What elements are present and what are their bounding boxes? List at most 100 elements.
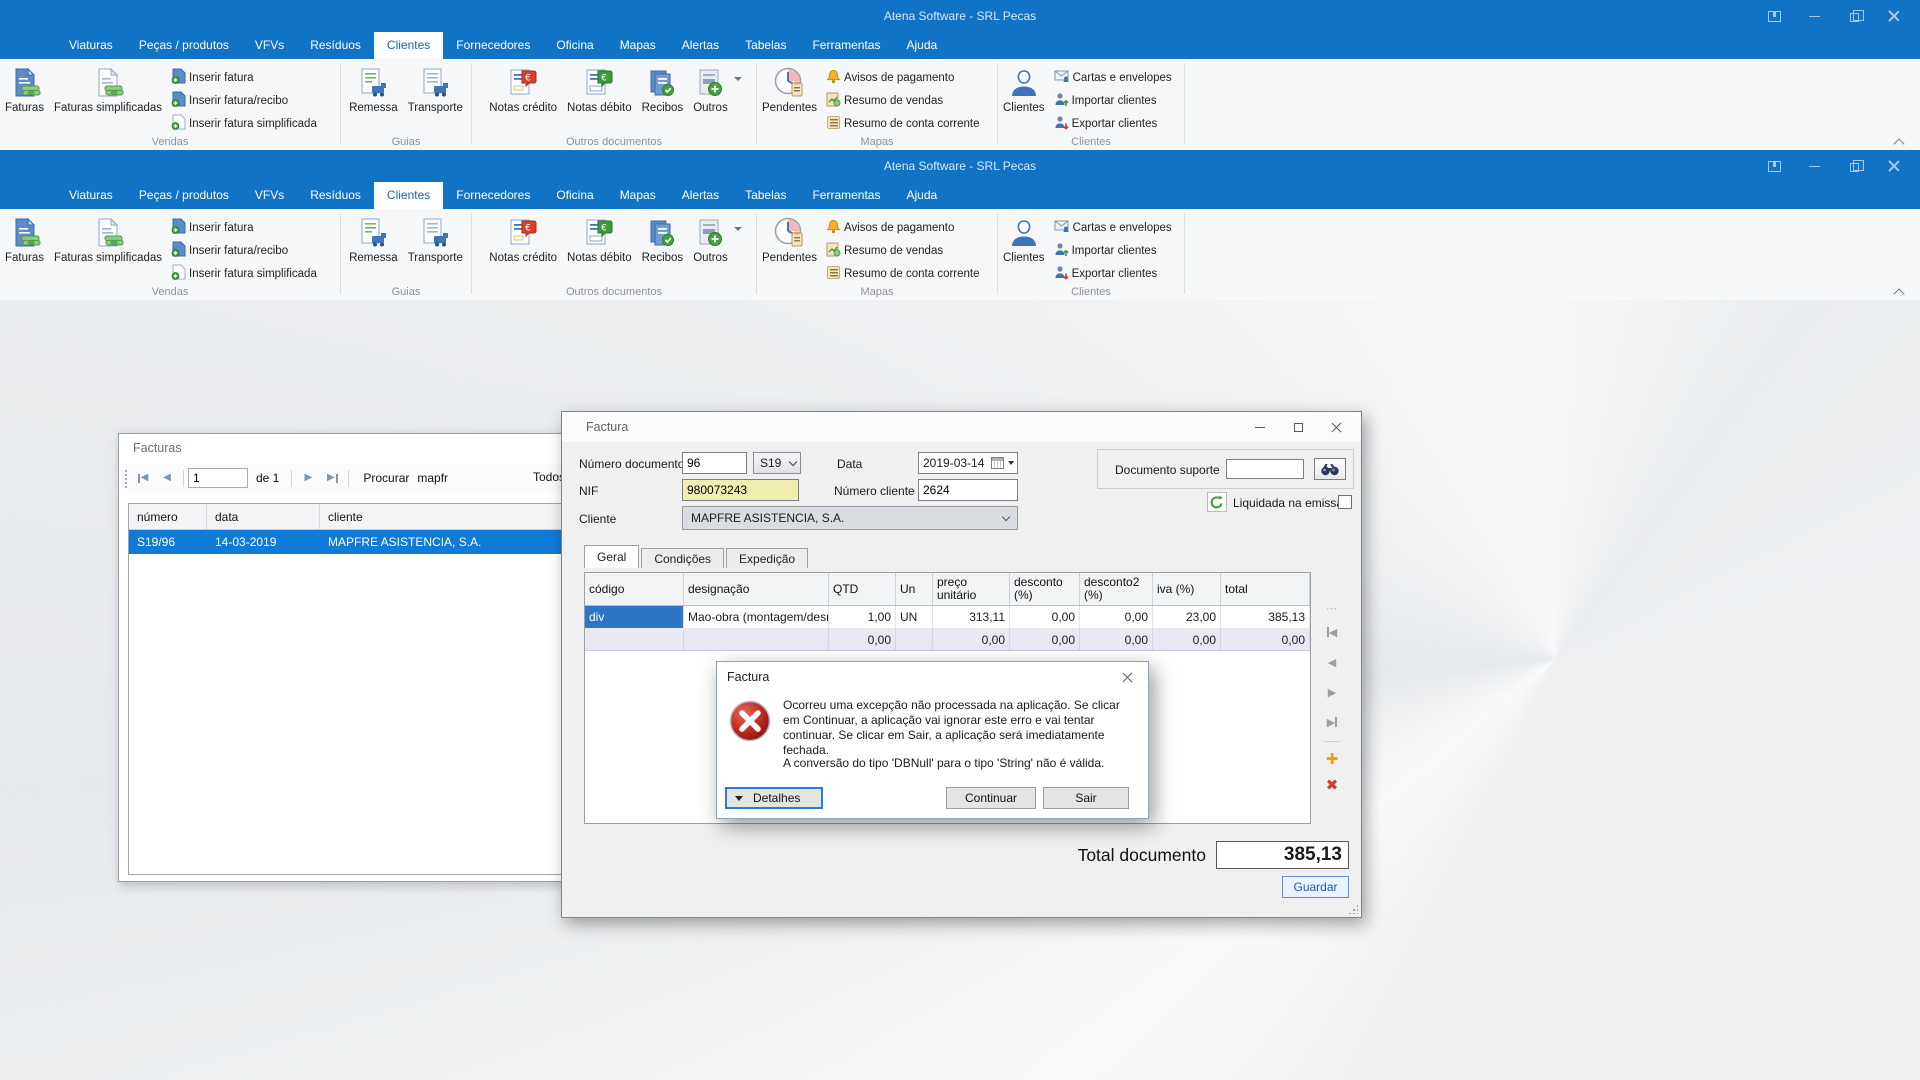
- cell-preco-unitario[interactable]: 313,11: [933, 606, 1010, 628]
- dialog-close-button[interactable]: [1317, 412, 1355, 442]
- faturas-simplificadas-button[interactable]: Faturas simplificadas: [49, 213, 167, 286]
- resumo-vendas-button[interactable]: Resumo de vendas: [822, 89, 984, 112]
- tab-pecas-produtos[interactable]: Peças / produtos: [126, 32, 242, 59]
- tab-geral[interactable]: Geral: [584, 545, 639, 568]
- cell-desconto[interactable]: 0,00: [1010, 606, 1080, 628]
- minimize-button[interactable]: [1794, 150, 1834, 182]
- toolbar-grip[interactable]: [123, 468, 128, 488]
- notas-debito-button[interactable]: € Notas débito: [562, 213, 637, 286]
- inserir-fatura-recibo-button[interactable]: Inserir fatura/recibo: [167, 89, 321, 112]
- fullscreen-button[interactable]: [1754, 0, 1794, 32]
- header-data[interactable]: data: [207, 504, 320, 529]
- collapse-ribbon-icon[interactable]: [1895, 287, 1904, 296]
- recibos-button[interactable]: Recibos: [637, 213, 689, 286]
- tab-pecas-produtos[interactable]: Peças / produtos: [126, 182, 242, 209]
- cartas-envelopes-button[interactable]: Cartas e envelopes: [1050, 216, 1176, 239]
- fullscreen-button[interactable]: [1754, 150, 1794, 182]
- nif-input[interactable]: [682, 479, 799, 501]
- tab-residuos[interactable]: Resíduos: [297, 182, 374, 209]
- detalhes-button[interactable]: Detalhes: [725, 787, 823, 809]
- tab-viaturas[interactable]: Viaturas: [56, 182, 126, 209]
- cell-codigo[interactable]: div: [585, 606, 684, 628]
- header-desconto[interactable]: desconto (%): [1010, 573, 1080, 605]
- tab-clientes[interactable]: Clientes: [374, 32, 443, 59]
- notas-credito-button[interactable]: € Notas crédito: [484, 63, 562, 136]
- tab-expedicao[interactable]: Expedição: [726, 548, 808, 568]
- data-picker[interactable]: 2019-03-14: [918, 452, 1018, 474]
- inserir-fatura-simplificada-button[interactable]: Inserir fatura simplificada: [167, 112, 321, 135]
- outros-dropdown-icon[interactable]: [734, 77, 742, 81]
- next-record-button[interactable]: ▶: [296, 467, 320, 489]
- tab-residuos[interactable]: Resíduos: [297, 32, 374, 59]
- header-desconto2[interactable]: desconto2 (%): [1080, 573, 1153, 605]
- grid-first-button[interactable]: ◀: [1320, 617, 1344, 647]
- cell-iva[interactable]: 23,00: [1153, 606, 1221, 628]
- cell-total[interactable]: 385,13: [1221, 606, 1310, 628]
- dialog-maximize-button[interactable]: [1279, 412, 1317, 442]
- restore-button[interactable]: [1834, 150, 1874, 182]
- tab-tabelas[interactable]: Tabelas: [732, 32, 799, 59]
- remessa-button[interactable]: Remessa: [344, 213, 403, 286]
- resize-grip[interactable]: [1348, 904, 1358, 914]
- clientes-button[interactable]: Clientes: [998, 63, 1050, 136]
- pendentes-button[interactable]: Pendentes: [757, 63, 822, 136]
- notas-debito-button[interactable]: € Notas débito: [562, 63, 637, 136]
- resumo-vendas-button[interactable]: Resumo de vendas: [822, 239, 984, 262]
- transporte-button[interactable]: Transporte: [403, 213, 468, 286]
- outros-dropdown-icon[interactable]: [734, 227, 742, 231]
- close-button[interactable]: [1874, 150, 1914, 182]
- inserir-fatura-button[interactable]: Inserir fatura: [167, 66, 321, 89]
- numero-cliente-input[interactable]: [918, 479, 1018, 501]
- exportar-clientes-button[interactable]: Exportar clientes: [1050, 112, 1176, 135]
- faturas-simplificadas-button[interactable]: Faturas simplificadas: [49, 63, 167, 136]
- restore-button[interactable]: [1834, 0, 1874, 32]
- guardar-button[interactable]: Guardar: [1282, 876, 1349, 898]
- inserir-fatura-simplificada-button[interactable]: Inserir fatura simplificada: [167, 262, 321, 285]
- tab-oficina[interactable]: Oficina: [543, 182, 606, 209]
- header-qtd[interactable]: QTD: [829, 573, 896, 605]
- record-position-input[interactable]: [188, 468, 248, 488]
- grid-next-button[interactable]: ▶: [1320, 677, 1344, 707]
- tab-vfvs[interactable]: VFVs: [242, 182, 297, 209]
- recibos-button[interactable]: Recibos: [637, 63, 689, 136]
- avisos-pagamento-button[interactable]: Avisos de pagamento: [822, 216, 984, 239]
- cartas-envelopes-button[interactable]: Cartas e envelopes: [1050, 66, 1176, 89]
- liquidada-checkbox[interactable]: [1338, 495, 1352, 509]
- header-un[interactable]: Un: [896, 573, 933, 605]
- remessa-button[interactable]: Remessa: [344, 63, 403, 136]
- tab-condicoes[interactable]: Condições: [641, 548, 724, 568]
- clientes-button[interactable]: Clientes: [998, 213, 1050, 286]
- resumo-conta-corrente-button[interactable]: Resumo de conta corrente: [822, 112, 984, 135]
- numero-documento-input[interactable]: [682, 452, 747, 474]
- header-cliente[interactable]: cliente: [320, 504, 567, 529]
- grid-row[interactable]: div Mao-obra (montagem/desm... 1,00 UN 3…: [585, 606, 1310, 629]
- faturas-button[interactable]: Faturas: [0, 63, 49, 136]
- tab-mapas[interactable]: Mapas: [607, 182, 669, 209]
- grid-previous-button[interactable]: ◀: [1320, 647, 1344, 677]
- faturas-button[interactable]: Faturas: [0, 213, 49, 286]
- add-row-button[interactable]: ✚: [1320, 746, 1344, 772]
- last-record-button[interactable]: ▶: [320, 467, 344, 489]
- procurar-button[interactable]: Procurar: [363, 471, 409, 485]
- continuar-button[interactable]: Continuar: [946, 787, 1036, 809]
- avisos-pagamento-button[interactable]: Avisos de pagamento: [822, 66, 984, 89]
- tab-ferramentas[interactable]: Ferramentas: [799, 182, 893, 209]
- resumo-conta-corrente-button[interactable]: Resumo de conta corrente: [822, 262, 984, 285]
- first-record-button[interactable]: ◀: [131, 467, 155, 489]
- outros-button[interactable]: Outros: [688, 63, 733, 136]
- previous-record-button[interactable]: ◀: [155, 467, 179, 489]
- sair-button[interactable]: Sair: [1043, 787, 1129, 809]
- refresh-button[interactable]: [1207, 492, 1227, 512]
- cell-desconto2[interactable]: 0,00: [1080, 606, 1153, 628]
- header-total[interactable]: total: [1221, 573, 1310, 605]
- tab-tabelas[interactable]: Tabelas: [732, 182, 799, 209]
- transporte-button[interactable]: Transporte: [403, 63, 468, 136]
- header-numero[interactable]: número: [129, 504, 207, 529]
- header-codigo[interactable]: código: [585, 573, 684, 605]
- tab-alertas[interactable]: Alertas: [669, 182, 732, 209]
- inserir-fatura-button[interactable]: Inserir fatura: [167, 216, 321, 239]
- minimize-button[interactable]: [1794, 0, 1834, 32]
- importar-clientes-button[interactable]: Importar clientes: [1050, 239, 1176, 262]
- tab-oficina[interactable]: Oficina: [543, 32, 606, 59]
- inserir-fatura-recibo-button[interactable]: Inserir fatura/recibo: [167, 239, 321, 262]
